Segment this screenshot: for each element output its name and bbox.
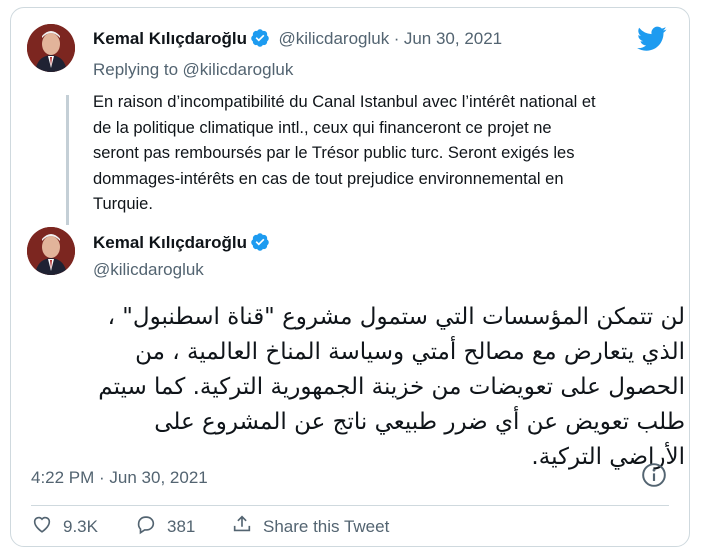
verified-badge-icon (250, 28, 270, 48)
share-label: Share this Tweet (263, 516, 390, 536)
avatar[interactable] (27, 24, 75, 72)
twitter-bird-icon[interactable] (637, 26, 667, 57)
share-button[interactable]: Share this Tweet (231, 513, 389, 540)
text-line: dommages-intérêts en cas de tout prejudi… (93, 169, 564, 188)
text-line: لن تتمكن المؤسسات التي ستمول مشروع "قناة… (107, 304, 685, 330)
verified-badge-icon (250, 232, 270, 252)
replying-prefix: Replying to (93, 60, 179, 79)
text-line: الذي يتعارض مع مصالح أمتي وسياسة المناخ … (135, 339, 685, 365)
replying-to: Replying to @kilicdarogluk (93, 60, 293, 80)
thread-line (66, 95, 69, 225)
text-line: طلب تعويض عن أي ضرر طبيعي ناتج عن المشرو… (154, 409, 685, 435)
text-line: Turquie. (93, 195, 153, 213)
reply-count: 381 (167, 516, 196, 536)
avatar[interactable] (27, 227, 75, 275)
tweet1-header: Kemal Kılıçdaroğlu @kilicdarogluk · Jun … (93, 28, 502, 49)
tweet-date[interactable]: Jun 30, 2021 (404, 29, 502, 48)
tweet-timestamp[interactable]: 4:22 PM · Jun 30, 2021 (31, 468, 208, 488)
tweet2-handle-row: @kilicdarogluk (93, 260, 204, 280)
heart-icon (31, 513, 53, 540)
author-handle[interactable]: @kilicdarogluk (278, 29, 389, 48)
reply-bubble-icon (135, 513, 157, 540)
like-button[interactable]: 9.3K (31, 513, 98, 540)
text-line: الحصول على تعويضات من خزينة الجمهورية ال… (98, 374, 685, 400)
text-line: seront pas remboursés par le Trésor publ… (93, 144, 575, 162)
reply-button[interactable]: 381 (135, 513, 195, 540)
text-line: En raison d’incompatibilité du Canal Ist… (93, 93, 596, 111)
tweet1-text: En raison d’incompatibilité du Canal Ist… (93, 90, 683, 218)
info-icon[interactable] (641, 462, 667, 493)
author-name[interactable]: Kemal Kılıçdaroğlu (93, 29, 247, 48)
like-count: 9.3K (63, 516, 98, 536)
text-line: de la politique climatique intl., ceux q… (93, 118, 552, 137)
divider (31, 505, 669, 506)
author-handle[interactable]: @kilicdarogluk (93, 260, 204, 279)
replying-handle-link[interactable]: @kilicdarogluk (183, 60, 294, 79)
header-separator: · (393, 29, 400, 48)
share-icon (231, 513, 253, 540)
tweet2-header: Kemal Kılıçdaroğlu (93, 232, 270, 253)
tweet-embed-card: Kemal Kılıçdaroğlu @kilicdarogluk · Jun … (10, 7, 690, 547)
author-name[interactable]: Kemal Kılıçdaroğlu (93, 233, 247, 252)
tweet2-text: لن تتمكن المؤسسات التي ستمول مشروع "قناة… (33, 300, 685, 475)
